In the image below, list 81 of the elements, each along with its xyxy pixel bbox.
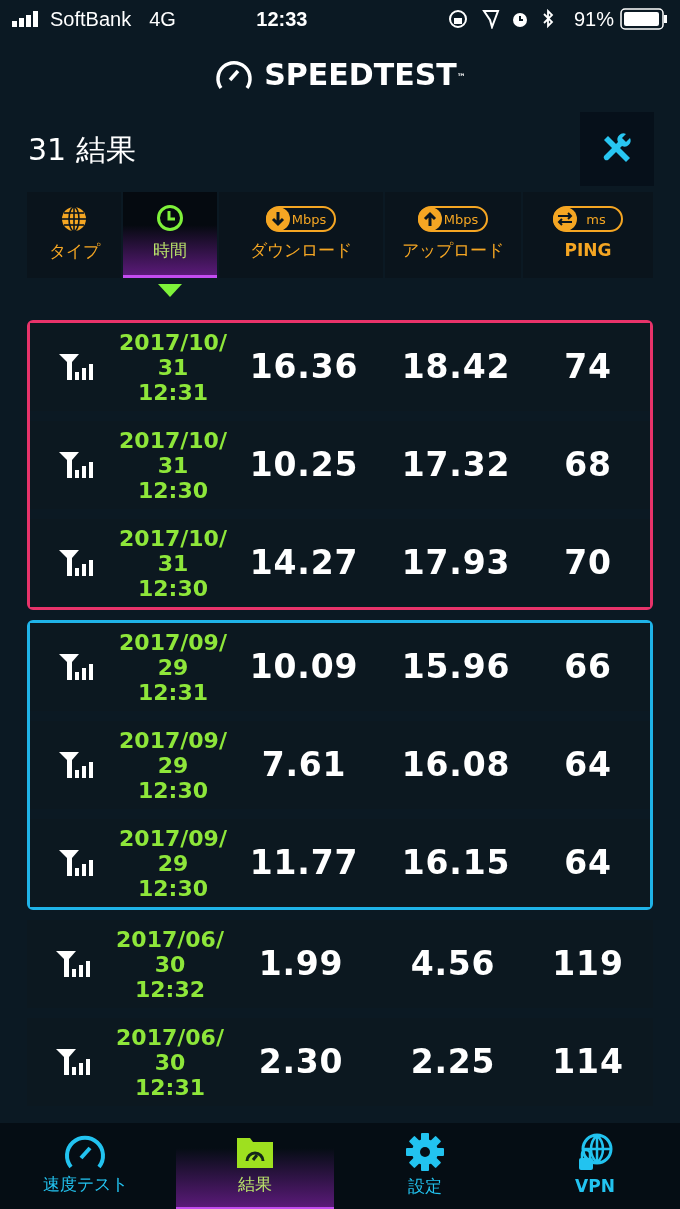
ping-value: 64 (564, 744, 612, 787)
time-text: 12:31 (138, 379, 208, 405)
column-sort-tab[interactable]: Mbps ダウンロード (219, 192, 383, 278)
nav-tab[interactable]: 設定 (346, 1123, 504, 1209)
date-text: 2017/10/ (119, 329, 227, 355)
settings-icon (405, 1132, 445, 1173)
date-text: 31 (157, 550, 189, 576)
column-sort-tab[interactable]: 時間 (123, 192, 217, 278)
signal-tower-icon (59, 550, 95, 576)
unit-label: Mbps (442, 212, 480, 226)
download-value: 1.99 (258, 943, 344, 986)
download-value: 2.30 (258, 1041, 344, 1084)
ping-value: 68 (564, 444, 612, 487)
date-text: 29 (157, 752, 189, 778)
column-sort-tab[interactable]: タイプ (27, 192, 121, 278)
column-sort-tab[interactable]: ms PING (523, 192, 653, 278)
upload-value: 18.42 (401, 346, 511, 389)
unit-label: ms (585, 212, 607, 226)
date-text: 30 (154, 1049, 186, 1075)
time-text: 12:30 (138, 575, 208, 601)
signal-tower-icon (59, 850, 95, 876)
ping-value: 64 (564, 842, 612, 885)
carrier-name: SoftBank (50, 7, 132, 32)
signal-tower-icon (59, 654, 95, 680)
swap-arrows-icon (553, 207, 577, 232)
date-text: 29 (157, 654, 189, 680)
column-sort-tab[interactable]: Mbps アップロード (385, 192, 521, 278)
ping-value: 114 (552, 1041, 624, 1084)
time-text: 12:30 (138, 875, 208, 901)
time-text: 12:30 (138, 477, 208, 503)
date-text: 2017/09/ (119, 825, 227, 851)
logo-text: SPEEDTEST$^{™}$ (264, 55, 466, 94)
upload-value: 17.32 (401, 444, 511, 487)
upload-value: 16.15 (401, 842, 511, 885)
tools-button[interactable] (580, 112, 654, 186)
signal-tower-icon (59, 452, 95, 478)
clock-time: 12:33 (255, 7, 309, 32)
upload-value: 15.96 (401, 646, 511, 689)
ping-value: 119 (552, 943, 624, 986)
date-text: 29 (157, 850, 189, 876)
ping-value: 70 (564, 542, 612, 585)
sort-triangle-icon (158, 284, 182, 297)
download-value: 10.09 (249, 646, 359, 689)
results-count-title: 31 結果 (28, 130, 136, 169)
time-text: 12:32 (135, 976, 205, 1002)
network-type: 4G (149, 7, 176, 32)
time-text: 12:31 (138, 679, 208, 705)
upload-value: 17.93 (401, 542, 511, 585)
signal-tower-icon (56, 951, 92, 977)
date-text: 2017/09/ (119, 727, 227, 753)
time-text: 12:30 (138, 777, 208, 803)
date-text: 30 (154, 951, 186, 977)
battery-icon (620, 8, 668, 30)
date-text: 2017/10/ (119, 427, 227, 453)
date-text: 31 (157, 354, 189, 380)
nav-tab[interactable]: 速度テスト (6, 1123, 164, 1209)
download-value: 16.36 (249, 346, 359, 389)
battery-percent: 91% (573, 7, 614, 32)
date-text: 31 (157, 452, 189, 478)
unit-label: Mbps (290, 212, 328, 226)
download-value: 11.77 (249, 842, 359, 885)
download-value: 7.61 (261, 744, 347, 787)
globe-icon (60, 205, 88, 234)
clock-icon (156, 203, 184, 232)
date-text: 2017/10/ (119, 525, 227, 551)
download-value: 10.25 (249, 444, 359, 487)
date-text: 2017/09/ (119, 629, 227, 655)
ping-value: 74 (564, 346, 612, 389)
signal-tower-icon (56, 1049, 92, 1075)
upload-value: 4.56 (410, 943, 496, 986)
date-text: 2017/06/ (116, 1024, 224, 1050)
time-text: 12:31 (135, 1074, 205, 1100)
signal-tower-icon (59, 752, 95, 778)
date-text: 2017/06/ (116, 926, 224, 952)
nav-tab[interactable]: VPN (516, 1123, 674, 1209)
signal-tower-icon (59, 354, 95, 380)
upload-value: 2.25 (410, 1041, 496, 1084)
download-value: 14.27 (249, 542, 359, 585)
gauge-icon (63, 1134, 107, 1171)
ping-value: 66 (564, 646, 612, 689)
upload-value: 16.08 (401, 744, 511, 787)
